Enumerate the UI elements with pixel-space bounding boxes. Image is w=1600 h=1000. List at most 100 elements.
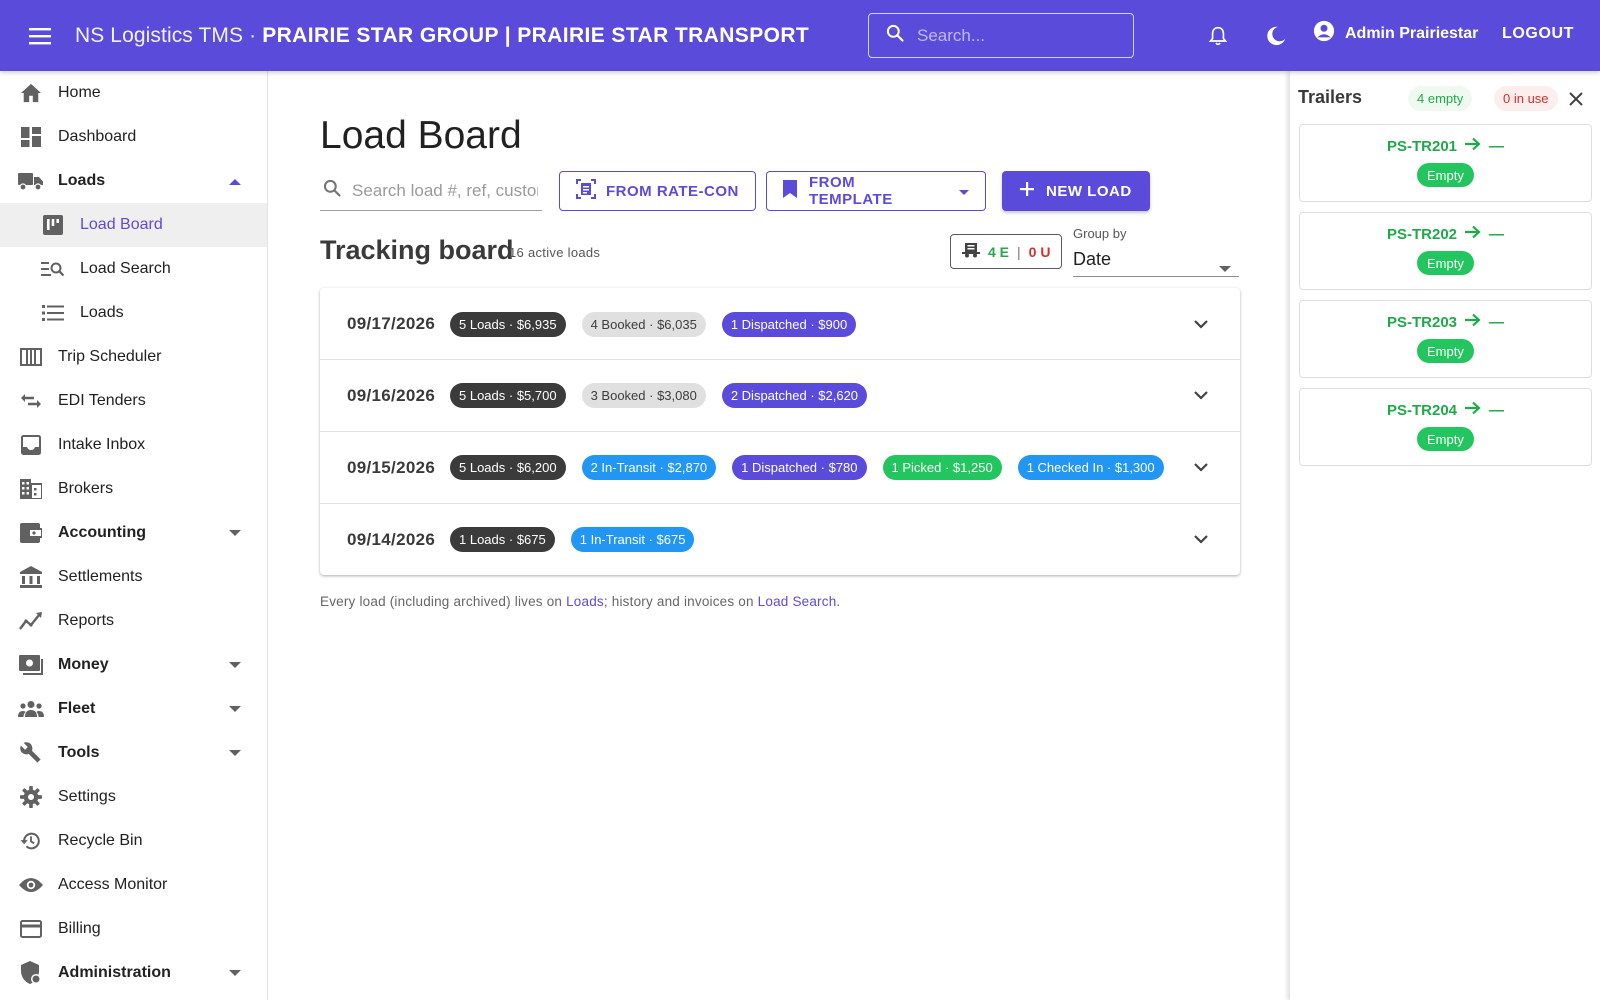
manage-search-icon: [40, 256, 66, 282]
account-circle-icon: [1313, 20, 1335, 47]
expand-chevron-icon[interactable]: [1189, 384, 1213, 408]
sidebar-item-brokers[interactable]: Brokers: [0, 467, 267, 511]
load-search-link[interactable]: Load Search: [758, 594, 837, 609]
bell-icon[interactable]: [1200, 18, 1236, 54]
chip-in-transit: 1 In-Transit · $675: [570, 527, 695, 552]
from-rate-con-button[interactable]: FROM RATE-CON: [559, 171, 756, 211]
app-header: NS Logistics TMS · PRAIRIE STAR GROUP | PR…: [0, 0, 1600, 71]
bank-icon: [18, 564, 44, 590]
chip-total-loads: 5 Loads · $6,200: [450, 455, 566, 480]
sidebar-item-edi-tenders[interactable]: EDI Tenders: [0, 379, 267, 423]
sidebar-item-tools[interactable]: Tools: [0, 731, 267, 775]
active-loads-count: 16 active loads: [509, 245, 601, 260]
dropdown-arrow-icon: [1219, 257, 1231, 278]
close-icon[interactable]: [1564, 87, 1588, 111]
sidebar-item-label: Load Board: [80, 216, 163, 233]
sidebar-item-label: Loads: [80, 304, 124, 321]
load-search[interactable]: [320, 171, 542, 211]
arrow-right-icon: [1465, 401, 1481, 419]
sidebar-item-load-board[interactable]: Load Board: [0, 203, 267, 247]
menu-icon[interactable]: [19, 15, 61, 57]
wallet-icon: [18, 520, 44, 546]
user-menu[interactable]: Admin Prairiestar: [1313, 20, 1478, 47]
group-by-label: Group by: [1073, 226, 1127, 241]
sidebar-item-administration[interactable]: Administration: [0, 951, 267, 995]
chevron-down-icon: [228, 658, 242, 672]
main-content: Load Board FROM RATE-CON FROM TEMPLATE N…: [268, 71, 1288, 1000]
sidebar-item-trip-scheduler[interactable]: Trip Scheduler: [0, 335, 267, 379]
moon-icon[interactable]: [1258, 18, 1294, 54]
home-icon: [18, 80, 44, 106]
sidebar-item-dashboard[interactable]: Dashboard: [0, 115, 267, 159]
app-name: NS Logistics TMS: [75, 23, 244, 47]
group-by-select[interactable]: Date: [1073, 243, 1239, 277]
status-chips: 1 Loads · $675 1 In-Transit · $675: [450, 527, 695, 552]
trailer-card[interactable]: PS-TR203 — Empty: [1299, 300, 1592, 378]
sidebar-item-reports[interactable]: Reports: [0, 599, 267, 643]
eye-icon: [18, 872, 44, 898]
from-template-button[interactable]: FROM TEMPLATE: [766, 171, 986, 211]
chip-total-loads: 1 Loads · $675: [450, 527, 555, 552]
from-template-label: FROM TEMPLATE: [809, 174, 893, 208]
trailer-card[interactable]: PS-TR201 — Empty: [1299, 124, 1592, 202]
sidebar-item-accounting[interactable]: Accounting: [0, 511, 267, 555]
building-icon: [18, 476, 44, 502]
trailer-empty-used-toggle[interactable]: 4 E | 0 U: [950, 234, 1063, 269]
sidebar-item-money[interactable]: Money: [0, 643, 267, 687]
arrow-right-icon: [1465, 313, 1481, 331]
title-separator: ·: [249, 23, 257, 47]
date-group-row[interactable]: 09/17/2026 5 Loads · $6,935 4 Booked · $…: [320, 288, 1240, 360]
global-search[interactable]: [868, 13, 1134, 58]
sidebar-item-settlements[interactable]: Settlements: [0, 555, 267, 599]
trailers-panel: Trailers 4 empty 0 in use PS-TR201 — Emp…: [1289, 71, 1600, 1000]
chevron-up-icon: [228, 174, 242, 188]
sidebar-item-access-monitor[interactable]: Access Monitor: [0, 863, 267, 907]
logout-button[interactable]: LOGOUT: [1502, 25, 1574, 43]
sidebar-item-billing[interactable]: Billing: [0, 907, 267, 951]
org-name: PRAIRIE STAR GROUP | PRAIRIE STAR TRANSP…: [262, 23, 810, 47]
expand-chevron-icon[interactable]: [1189, 456, 1213, 480]
trailer-card[interactable]: PS-TR202 — Empty: [1299, 212, 1592, 290]
trailer-status-badge: Empty: [1417, 427, 1474, 451]
sidebar-item-load-search[interactable]: Load Search: [0, 247, 267, 291]
expand-chevron-icon[interactable]: [1189, 312, 1213, 336]
global-search-input[interactable]: [917, 25, 1117, 46]
date-group-row[interactable]: 09/15/2026 5 Loads · $6,200 2 In-Transit…: [320, 431, 1240, 503]
in-use-count: 0 U: [1028, 243, 1051, 260]
chip-dispatched: 2 Dispatched · $2,620: [721, 383, 868, 408]
sidebar-item-home[interactable]: Home: [0, 71, 267, 115]
sidebar-item-recycle-bin[interactable]: Recycle Bin: [0, 819, 267, 863]
sidebar-item-loads[interactable]: Loads: [0, 159, 267, 203]
date-group-row[interactable]: 09/14/2026 1 Loads · $675 1 In-Transit ·…: [320, 503, 1240, 575]
user-name: Admin Prairiestar: [1345, 24, 1479, 42]
sidebar-item-label: Tools: [58, 744, 100, 761]
sidebar-item-label: Fleet: [58, 700, 96, 717]
search-icon: [322, 178, 342, 203]
trailer-header: PS-TR201 —: [1300, 137, 1591, 155]
history-icon: [18, 828, 44, 854]
sidebar-item-fleet[interactable]: Fleet: [0, 687, 267, 731]
sidebar-item-label: EDI Tenders: [58, 392, 146, 409]
date-group-row[interactable]: 09/16/2026 5 Loads · $5,700 3 Booked · $…: [320, 359, 1240, 431]
chip-picked: 1 Picked · $1,250: [882, 455, 1002, 480]
load-search-input[interactable]: [352, 180, 538, 201]
loads-link[interactable]: Loads: [566, 594, 604, 609]
bookmark-icon: [783, 180, 797, 202]
sidebar-item-label: Load Search: [80, 260, 171, 277]
sidebar-item-settings[interactable]: Settings: [0, 775, 267, 819]
search-icon: [885, 23, 905, 48]
sidebar-item-loads-list[interactable]: Loads: [0, 291, 267, 335]
footnote: Every load (including archived) lives on…: [320, 594, 840, 609]
sidebar-item-label: Billing: [58, 920, 101, 937]
expand-chevron-icon[interactable]: [1189, 528, 1213, 552]
new-load-button[interactable]: NEW LOAD: [1002, 171, 1150, 211]
count-separator: |: [1017, 243, 1021, 260]
trailer-card[interactable]: PS-TR204 — Empty: [1299, 388, 1592, 466]
trailers-title: Trailers: [1298, 87, 1363, 107]
chevron-down-icon: [228, 526, 242, 540]
group-date: 09/15/2026: [347, 457, 436, 477]
sidebar-item-intake-inbox[interactable]: Intake Inbox: [0, 423, 267, 467]
status-chips: 5 Loads · $6,200 2 In-Transit · $2,870 1…: [450, 455, 1164, 480]
chip-booked: 4 Booked · $6,035: [581, 311, 706, 337]
chip-checked-in: 1 Checked In · $1,300: [1017, 455, 1164, 480]
